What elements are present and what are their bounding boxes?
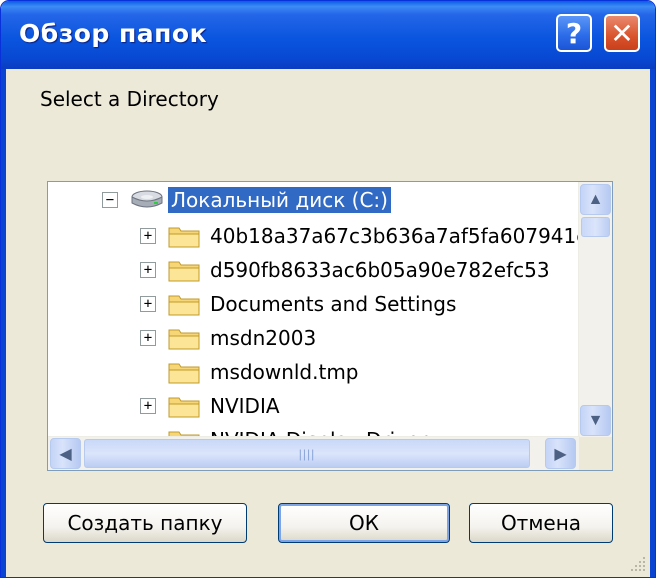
ok-button-label: ОК [349, 511, 379, 535]
folder-icon [168, 227, 200, 248]
folder-icon [168, 261, 200, 282]
folder-icon [168, 329, 200, 350]
tree-item[interactable]: + d590fb8633ac6b05a90e782efc53 [138, 254, 612, 286]
cancel-button-label: Отмена [500, 511, 582, 535]
scrollbar-corner [579, 437, 612, 470]
folder-tree[interactable]: − Локальный диск (C:) + 40b18a37a67c3b63… [47, 181, 613, 471]
scroll-up-button[interactable]: ▲ [580, 184, 611, 215]
chevron-up-icon: ▲ [587, 190, 604, 208]
tree-item[interactable]: msdownld.tmp [138, 356, 612, 388]
folder-icon [168, 295, 200, 316]
new-folder-button-label: Создать папку [67, 511, 223, 535]
tree-item-label[interactable]: d590fb8633ac6b05a90e782efc53 [210, 257, 550, 283]
window-frame-right [650, 69, 655, 577]
horizontal-scrollbar[interactable]: ◀ |||| ▶ [48, 436, 580, 470]
close-button[interactable]: ✕ [604, 14, 640, 52]
chevron-down-icon: ▼ [587, 411, 604, 429]
tree-item[interactable]: + 40b18a37a67c3b636a7af5fa607941e5 [138, 220, 612, 252]
tree-item-label[interactable]: msdownld.tmp [210, 359, 359, 385]
collapse-toggle[interactable]: − [102, 192, 118, 208]
window-title: Обзор папок [19, 19, 208, 48]
tree-root-drive[interactable]: − Локальный диск (C:) [98, 184, 458, 216]
vertical-scrollbar[interactable]: ▲ ▼ [578, 182, 612, 438]
window-frame-left [1, 69, 6, 577]
help-button[interactable]: ? [556, 14, 592, 52]
vertical-scroll-thumb[interactable] [581, 217, 610, 237]
tree-item[interactable]: + msdn2003 [138, 322, 612, 354]
horizontal-scroll-thumb[interactable]: |||| [84, 439, 530, 468]
chevron-left-icon: ◀ [59, 445, 72, 463]
scroll-down-button[interactable]: ▼ [580, 405, 611, 436]
expand-toggle[interactable]: + [140, 398, 156, 414]
tree-root-label[interactable]: Локальный диск (C:) [168, 187, 391, 213]
cancel-button[interactable]: Отмена [469, 503, 613, 543]
expand-toggle[interactable]: + [140, 296, 156, 312]
new-folder-button[interactable]: Создать папку [43, 503, 247, 543]
ok-button[interactable]: ОК [278, 503, 450, 543]
scroll-right-button[interactable]: ▶ [545, 438, 576, 469]
help-icon: ? [565, 16, 583, 50]
tree-item-label[interactable]: msdn2003 [210, 325, 316, 351]
browse-folder-dialog: Обзор папок ? ✕ Select a Directory − Лок… [0, 0, 656, 578]
chevron-right-icon: ▶ [554, 445, 567, 463]
expand-toggle[interactable]: + [140, 330, 156, 346]
scroll-left-button[interactable]: ◀ [50, 438, 81, 469]
title-bar[interactable]: Обзор папок ? ✕ [1, 1, 655, 69]
folder-icon [168, 397, 200, 418]
tree-item-label[interactable]: NVIDIA [210, 393, 280, 419]
dialog-prompt: Select a Directory [40, 87, 219, 111]
expand-toggle[interactable]: + [140, 228, 156, 244]
grip-icon: |||| [298, 446, 316, 461]
tree-item-label[interactable]: 40b18a37a67c3b636a7af5fa607941e5 [210, 223, 601, 249]
close-icon: ✕ [610, 16, 634, 50]
tree-item-label[interactable]: Documents and Settings [210, 291, 456, 317]
drive-icon [131, 190, 163, 208]
expand-toggle[interactable]: + [140, 262, 156, 278]
folder-icon [168, 363, 200, 384]
tree-item[interactable]: + Documents and Settings [138, 288, 612, 320]
resize-grip-icon[interactable] [629, 555, 647, 573]
tree-item[interactable]: + NVIDIA [138, 390, 612, 422]
